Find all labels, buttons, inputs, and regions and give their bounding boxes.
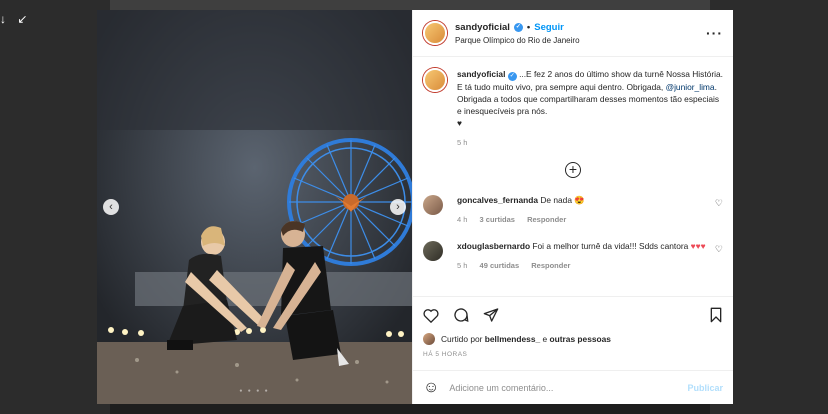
commenter-avatar[interactable] [423, 195, 443, 215]
comment-reply-button[interactable]: Responder [527, 215, 566, 224]
post-header: sandyoficial ✓ • Seguir Parque Olímpico … [413, 10, 733, 57]
caption-verified-badge-icon: ✓ [507, 72, 517, 81]
comment-meta: 4 h 3 curtidas Responder [457, 214, 709, 226]
carousel-dots: ● ● ● ● [239, 388, 270, 394]
more-options-icon[interactable]: ··· [706, 25, 723, 41]
comment-like-heart-icon[interactable]: ♡ [715, 244, 723, 272]
next-photo-chevron-icon[interactable]: › [390, 199, 406, 215]
author-username[interactable]: sandyoficial [455, 22, 510, 33]
caption-meta: 5 h [457, 137, 723, 149]
publish-comment-button[interactable]: Publicar [687, 383, 723, 393]
add-comment-bar: ☺ Publicar [413, 370, 733, 404]
comment-bubble-icon[interactable] [453, 307, 469, 323]
author-info: sandyoficial ✓ • Seguir Parque Olímpico … [455, 22, 706, 45]
caption-heart: ♥ [457, 118, 462, 128]
share-paper-plane-icon[interactable] [483, 307, 499, 323]
corner-arrow-icons: ↓ ↙ [0, 12, 32, 26]
comment-likes[interactable]: 49 curtidas [480, 261, 520, 270]
comment-time[interactable]: 4 h [457, 215, 467, 224]
caption-time[interactable]: 5 h [457, 138, 467, 147]
comment-username[interactable]: xdouglasbernardo [457, 241, 530, 251]
liker-avatar[interactable] [423, 333, 435, 345]
previous-photo-chevron-icon[interactable]: ‹ [103, 199, 119, 215]
load-more-comments-plus-icon[interactable]: + [565, 162, 581, 178]
post-timestamp[interactable]: HÁ 5 HORAS [423, 351, 723, 358]
comment-meta: 5 h 49 curtidas Responder [457, 260, 709, 272]
comment-time[interactable]: 5 h [457, 261, 467, 270]
comments-area: sandyoficial ✓ ...E fez 2 anos do último… [413, 58, 733, 294]
caption-mention-link[interactable]: @junior_lima [666, 82, 715, 92]
caption-username[interactable]: sandyoficial [457, 69, 505, 79]
comment-text: Foi a melhor turnê da vida!!! Sdds canto… [532, 241, 689, 251]
background-feed-bottom [110, 404, 710, 414]
post-caption: sandyoficial ✓ ...E fez 2 anos do último… [423, 68, 723, 149]
comment-emoji: 😍 [574, 195, 585, 205]
liked-by-connector: e [542, 334, 548, 344]
action-icons [423, 305, 723, 325]
comment-body: xdouglasbernardo Foi a melhor turnê da v… [457, 240, 709, 272]
comment-input[interactable] [449, 382, 688, 393]
header-separator: • [526, 21, 531, 33]
comment-like-heart-icon[interactable]: ♡ [715, 198, 723, 226]
post-modal: ‹ › ● ● ● ● sandyoficial ✓ • Seguir Parq… [97, 10, 733, 404]
like-heart-icon[interactable] [423, 308, 439, 323]
comment-item: goncalves_fernanda De nada 😍 4 h 3 curti… [423, 194, 723, 226]
comment-item: xdouglasbernardo Foi a melhor turnê da v… [423, 240, 723, 272]
emoji-picker-icon[interactable]: ☺ [423, 379, 439, 397]
comment-emoji: ♥♥♥ [690, 241, 706, 251]
verified-badge-icon: ✓ [513, 22, 523, 32]
author-line: sandyoficial ✓ • Seguir [455, 22, 706, 33]
comment-likes[interactable]: 3 curtidas [480, 215, 515, 224]
liked-by-others[interactable]: outras pessoas [550, 334, 611, 344]
comment-reply-button[interactable]: Responder [531, 261, 570, 270]
liked-by-user[interactable]: bellmendess_ [485, 334, 540, 344]
liked-by-prefix: Curtido por [441, 334, 483, 344]
comment-body: goncalves_fernanda De nada 😍 4 h 3 curti… [457, 194, 709, 226]
post-photo[interactable]: ‹ › ● ● ● ● [97, 10, 412, 404]
post-location[interactable]: Parque Olímpico do Rio de Janeiro [455, 36, 706, 45]
commenter-avatar[interactable] [423, 241, 443, 261]
concert-photo-illustration [97, 10, 412, 404]
caption-body: sandyoficial ✓ ...E fez 2 anos do último… [457, 68, 723, 149]
liked-by-line: Curtido por bellmendess_ e outras pessoa… [423, 333, 723, 345]
caption-author-avatar[interactable] [423, 68, 447, 92]
comment-text: De nada [540, 195, 572, 205]
author-avatar[interactable] [423, 21, 447, 45]
follow-button[interactable]: Seguir [534, 22, 564, 33]
post-actions: Curtido por bellmendess_ e outras pessoa… [413, 296, 733, 358]
save-bookmark-icon[interactable] [709, 307, 723, 323]
comment-username[interactable]: goncalves_fernanda [457, 195, 538, 205]
post-side-panel: sandyoficial ✓ • Seguir Parque Olímpico … [412, 10, 733, 404]
